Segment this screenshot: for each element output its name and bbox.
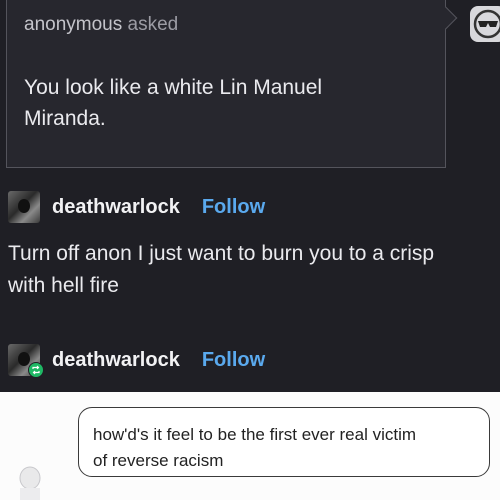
anonymous-sunglasses-icon (473, 9, 500, 39)
username[interactable]: deathwarlock (52, 196, 180, 219)
bubble-line: of reverse racism (93, 451, 224, 470)
reply-text: Turn off anon I just want to burn you to… (8, 238, 488, 302)
reblog-icon (28, 362, 44, 378)
reblog-header: deathwarlock Follow (8, 343, 265, 378)
speech-bubble: how'd's it feel to be the first ever rea… (78, 407, 490, 477)
post-thread: anonymous asked You look like a white Li… (0, 0, 500, 392)
post-header: deathwarlock Follow (8, 190, 265, 224)
ask-box: anonymous asked You look like a white Li… (6, 0, 446, 168)
reply-line: Turn off anon I just want to burn you to… (8, 242, 435, 265)
post-image: how'd's it feel to be the first ever rea… (0, 392, 500, 500)
asker-name[interactable]: anonymous (24, 14, 122, 35)
reply-line: with hell fire (8, 274, 119, 297)
username[interactable]: deathwarlock (52, 349, 180, 372)
follow-button[interactable]: Follow (202, 196, 265, 219)
follow-button[interactable]: Follow (202, 349, 265, 372)
ask-verb: asked (127, 14, 179, 35)
anonymous-avatar[interactable] (470, 6, 500, 42)
bubble-line: how'd's it feel to be the first ever rea… (93, 425, 417, 444)
user-avatar[interactable] (8, 191, 40, 223)
ask-question-line: Miranda. (24, 107, 106, 130)
ask-question-line: You look like a white Lin Manuel (24, 76, 323, 99)
white-character-icon (19, 466, 41, 500)
ask-header: anonymous asked (24, 14, 178, 36)
user-avatar[interactable] (8, 344, 44, 378)
ask-question: You look like a white Lin Manuel Miranda… (24, 72, 424, 134)
